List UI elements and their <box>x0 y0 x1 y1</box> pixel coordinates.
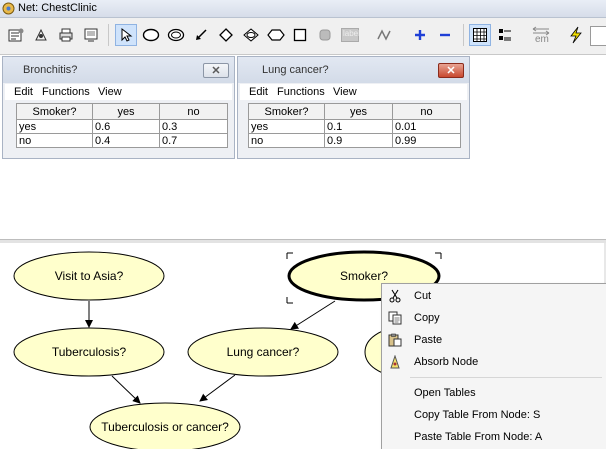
table-cell[interactable]: 0.99 <box>392 133 461 148</box>
menu-view[interactable]: View <box>98 86 122 98</box>
menu-item-label: Paste <box>414 334 443 346</box>
menu-item-cut[interactable]: Cut <box>382 286 606 306</box>
menu-edit[interactable]: Edit <box>249 86 268 98</box>
menu-view[interactable]: View <box>333 86 357 98</box>
utility-node-icon[interactable] <box>165 24 187 46</box>
table-row: yes 0.1 0.01 <box>248 119 461 134</box>
edge-smoker-lung-cancer[interactable] <box>290 300 336 330</box>
node-label: Lung cancer? <box>226 345 300 359</box>
menu-separator <box>410 377 602 378</box>
close-icon[interactable]: ✕ <box>438 63 464 78</box>
table-row: no 0.9 0.99 <box>248 133 461 148</box>
menu-item-label: Copy <box>414 312 440 324</box>
window-titlebar: Net: ChestClinic <box>0 0 606 18</box>
table-window-bronchitis[interactable]: Bronchitis? ✕ Edit Functions View Smoker… <box>2 56 235 159</box>
probability-table: Smoker? yes no yes 0.6 0.3 no 0.4 0.7 <box>16 103 228 148</box>
toolbar: label em <box>0 18 606 55</box>
table-cell[interactable]: 0.1 <box>324 119 393 134</box>
em-button-text: em <box>535 34 549 45</box>
print-icon[interactable] <box>55 24 77 46</box>
table-window-menubar: Edit Functions View <box>240 84 467 100</box>
tree-view-icon[interactable] <box>494 24 516 46</box>
table-header-cell: no <box>159 103 228 120</box>
nested-ellipse-icon[interactable] <box>240 24 262 46</box>
table-cell: yes <box>16 119 93 134</box>
propagate-icon[interactable] <box>565 24 587 46</box>
table-cell[interactable]: 0.01 <box>392 119 461 134</box>
node-label: Tuberculosis? <box>51 345 127 359</box>
menu-functions[interactable]: Functions <box>277 86 325 98</box>
table-cell[interactable]: 0.4 <box>92 133 160 148</box>
rectangle-node-icon[interactable] <box>289 24 311 46</box>
absorb-icon <box>388 354 402 369</box>
edge-tuberculosis-tb-or-cancer[interactable] <box>111 375 141 404</box>
app-icon <box>2 2 15 15</box>
table-header-cell: Smoker? <box>248 103 325 120</box>
table-header-cell: yes <box>324 103 393 120</box>
compile-icon[interactable] <box>30 24 52 46</box>
select-tool-icon[interactable] <box>115 24 137 46</box>
toolbar-field[interactable] <box>590 26 606 46</box>
table-row: no 0.4 0.7 <box>16 133 228 148</box>
table-header-row: Smoker? yes no <box>248 103 461 120</box>
menu-item-label: Absorb Node <box>414 356 479 368</box>
table-window-title: Bronchitis? <box>23 64 78 76</box>
table-header-cell: Smoker? <box>16 103 93 120</box>
label-tool-icon[interactable]: label <box>339 24 361 46</box>
node-label: Smoker? <box>339 269 389 283</box>
rearrange-icon[interactable] <box>373 24 395 46</box>
table-window-lung-cancer[interactable]: Lung cancer? ✕ Edit Functions View Smoke… <box>237 56 470 159</box>
menu-item-paste-table-from-node[interactable]: Paste Table From Node: A <box>382 427 606 447</box>
menu-item-copy[interactable]: Copy <box>382 308 606 328</box>
menu-item-label: Copy Table From Node: S <box>414 409 541 421</box>
table-cell[interactable]: 0.3 <box>159 119 228 134</box>
table-cell[interactable]: 0.7 <box>159 133 228 148</box>
menu-item-open-tables[interactable]: Open Tables <box>382 383 606 403</box>
close-icon[interactable]: ✕ <box>203 63 229 78</box>
menu-item-paste[interactable]: Paste <box>382 330 606 350</box>
table-header-row: Smoker? yes no <box>16 103 228 120</box>
probability-table: Smoker? yes no yes 0.1 0.01 no 0.9 0.99 <box>248 103 461 148</box>
table-cell: no <box>248 133 325 148</box>
table-header-cell: no <box>392 103 461 120</box>
table-window-menubar: Edit Functions View <box>5 84 232 100</box>
table-row: yes 0.6 0.3 <box>16 119 228 134</box>
zoom-in-icon[interactable] <box>409 24 431 46</box>
menu-item-label: Paste Table From Node: A <box>414 431 543 443</box>
table-window-header[interactable]: Lung cancer? ✕ <box>238 57 469 83</box>
node-label: Visit to Asia? <box>54 269 124 283</box>
cylinder-node-icon[interactable] <box>314 24 336 46</box>
table-cell[interactable]: 0.9 <box>324 133 393 148</box>
menu-item-copy-table-from-node[interactable]: Copy Table From Node: S <box>382 405 606 425</box>
menu-item-label: Cut <box>414 290 432 302</box>
paste-icon <box>388 333 402 347</box>
print-preview-icon[interactable] <box>80 24 102 46</box>
decision-node-icon[interactable] <box>215 24 237 46</box>
label-button-text: label <box>343 29 360 38</box>
rounded-node-icon[interactable] <box>265 24 287 46</box>
properties-icon[interactable] <box>5 24 27 46</box>
arc-tool-icon[interactable] <box>190 24 212 46</box>
node-label: Tuberculosis or cancer? <box>101 420 229 434</box>
table-cell: yes <box>248 119 325 134</box>
em-learning-icon[interactable]: em <box>529 24 553 46</box>
context-menu: Cut Copy Paste Absorb Node Open Tables C… <box>381 283 606 449</box>
menu-functions[interactable]: Functions <box>42 86 90 98</box>
menu-edit[interactable]: Edit <box>14 86 33 98</box>
edge-lung-cancer-tb-or-cancer[interactable] <box>199 374 236 402</box>
zoom-out-icon[interactable] <box>434 24 456 46</box>
table-cell[interactable]: 0.6 <box>92 119 160 134</box>
table-header-cell: yes <box>92 103 160 120</box>
chance-node-icon[interactable] <box>140 24 162 46</box>
menu-item-label: Open Tables <box>414 387 476 399</box>
table-window-header[interactable]: Bronchitis? ✕ <box>3 57 234 83</box>
table-window-title: Lung cancer? <box>262 64 329 76</box>
table-view-icon[interactable] <box>469 24 491 46</box>
menu-item-absorb-node[interactable]: Absorb Node <box>382 352 606 372</box>
copy-icon <box>388 311 402 325</box>
window-title: Net: ChestClinic <box>18 2 97 14</box>
table-cell: no <box>16 133 93 148</box>
scissors-icon <box>388 289 402 303</box>
